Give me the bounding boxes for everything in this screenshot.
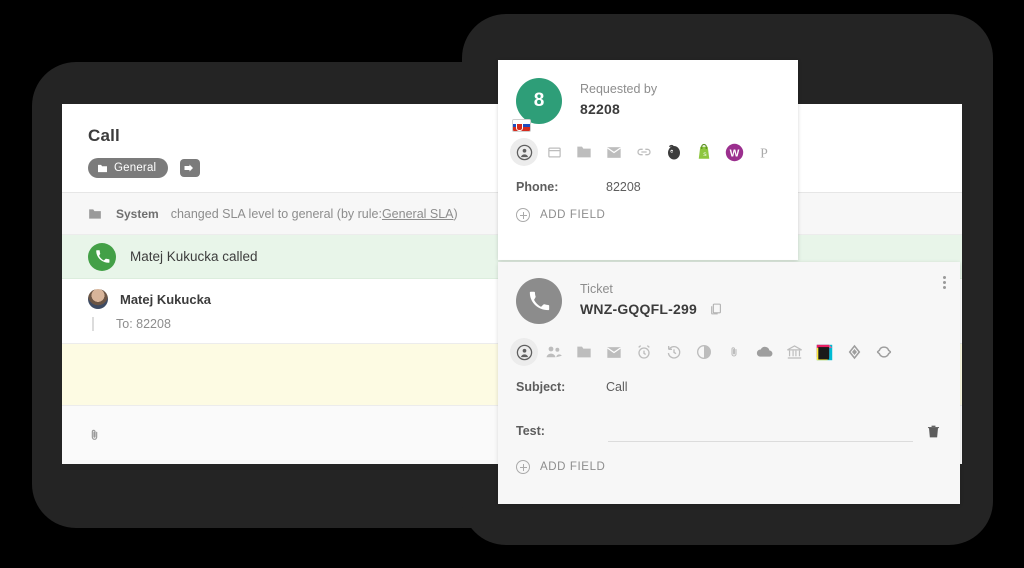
- add-field-button-ticket[interactable]: ADD FIELD: [498, 442, 960, 474]
- ticket-id-row: WNZ-GQQFL-299: [580, 301, 722, 317]
- requester-value: 82208: [580, 101, 620, 117]
- field-row-phone: Phone: 82208: [498, 176, 798, 194]
- screenshot-stage: Call General System changed SLA level to…: [0, 0, 1024, 568]
- contact-icon[interactable]: [510, 338, 538, 366]
- requester-header: 8 Requested by 82208: [498, 60, 798, 132]
- requester-card: 8 Requested by 82208 s W P Phone: 82208 …: [498, 60, 798, 260]
- folder-icon[interactable]: [570, 138, 598, 166]
- woocommerce-icon[interactable]: W: [720, 138, 748, 166]
- folder-icon[interactable]: [570, 338, 598, 366]
- shopify-icon[interactable]: s: [690, 138, 718, 166]
- svg-text:P: P: [760, 145, 768, 160]
- contact-icon[interactable]: [510, 138, 538, 166]
- paperclip-icon[interactable]: [88, 427, 101, 443]
- add-field-button-requester[interactable]: ADD FIELD: [498, 194, 798, 222]
- tag-chip-label: General: [114, 162, 157, 174]
- field-row-test: Test:: [498, 416, 960, 442]
- note-icon: [88, 208, 102, 220]
- window-icon[interactable]: [540, 138, 568, 166]
- field-key: Subject:: [516, 380, 566, 394]
- message-author: Matej Kukucka: [120, 291, 212, 307]
- svg-text:W: W: [729, 148, 739, 159]
- group-icon[interactable]: [540, 338, 568, 366]
- history-icon[interactable]: [660, 338, 688, 366]
- add-tag-icon[interactable]: [180, 159, 201, 177]
- call-event-text: Matej Kukucka called: [130, 249, 258, 264]
- ticket-icon-row: [498, 324, 960, 376]
- slovakia-flag-badge: [512, 119, 531, 132]
- color-swatch-icon[interactable]: [810, 338, 838, 366]
- diamond-icon[interactable]: [840, 338, 868, 366]
- add-field-label: ADD FIELD: [540, 461, 606, 473]
- test-field-input[interactable]: [608, 420, 913, 442]
- tag-chip-general[interactable]: General: [88, 158, 169, 178]
- ticket-card: Ticket WNZ-GQQFL-299 Subject: Call Test:…: [498, 262, 960, 504]
- plus-circle-icon: [516, 460, 530, 474]
- copy-icon[interactable]: [709, 302, 722, 316]
- field-key: Test:: [516, 424, 545, 438]
- phone-icon: [88, 242, 116, 271]
- bank-icon[interactable]: [780, 338, 808, 366]
- requester-texts: Requested by 82208: [580, 78, 657, 117]
- paypal-icon[interactable]: P: [750, 138, 778, 166]
- mailchimp-icon[interactable]: [660, 138, 688, 166]
- system-text-end: ): [453, 206, 458, 221]
- avatar-initial: 8: [516, 78, 562, 124]
- avatar: [88, 289, 108, 309]
- requester-icon-row: s W P: [498, 124, 798, 176]
- phone-icon: [516, 278, 562, 324]
- link-icon[interactable]: [630, 138, 658, 166]
- field-value[interactable]: Call: [606, 380, 628, 394]
- paperclip-icon[interactable]: [720, 338, 748, 366]
- cloud-icon[interactable]: [750, 338, 778, 366]
- field-value[interactable]: 82208: [606, 180, 641, 194]
- ticket-label: Ticket: [580, 282, 613, 296]
- more-vertical-icon[interactable]: [943, 276, 946, 289]
- ticket-texts: Ticket WNZ-GQQFL-299: [580, 278, 722, 317]
- ticket-id: WNZ-GQQFL-299: [580, 301, 697, 317]
- avatar[interactable]: 8: [512, 78, 562, 132]
- folder-icon: [97, 164, 108, 173]
- field-row-subject: Subject: Call: [498, 376, 960, 394]
- requested-by-label: Requested by: [580, 82, 658, 96]
- envelope-icon[interactable]: [600, 338, 628, 366]
- system-actor: System: [116, 206, 159, 221]
- plus-circle-icon: [516, 208, 530, 222]
- alarm-icon[interactable]: [630, 338, 658, 366]
- field-key: Phone:: [516, 180, 559, 194]
- add-field-label: ADD FIELD: [540, 209, 606, 221]
- sync-icon[interactable]: [870, 338, 898, 366]
- clock-icon[interactable]: [690, 338, 718, 366]
- system-text: changed SLA level to general (by rule:: [170, 206, 382, 221]
- sla-rule-link[interactable]: General SLA: [382, 207, 454, 221]
- trash-icon[interactable]: [927, 424, 940, 439]
- ticket-header: Ticket WNZ-GQQFL-299: [498, 262, 960, 324]
- envelope-icon[interactable]: [600, 138, 628, 166]
